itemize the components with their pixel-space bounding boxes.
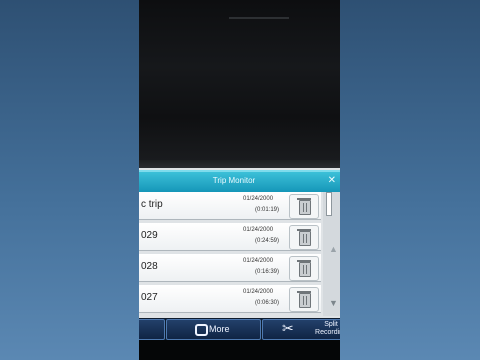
trip-name: c trip xyxy=(141,199,163,210)
delete-trip-button[interactable] xyxy=(289,287,319,312)
split-recording-label: Split Recording xyxy=(315,321,340,336)
back-button[interactable] xyxy=(139,319,165,340)
scroll-down-icon[interactable]: ▼ xyxy=(329,298,338,308)
close-icon[interactable]: ✕ xyxy=(328,175,336,186)
trip-date: 01/24/2000 xyxy=(243,196,274,202)
background-left xyxy=(0,0,139,360)
bezel-glare xyxy=(229,17,289,19)
trip-name: 027 xyxy=(141,292,158,303)
trip-date: 01/24/2000 xyxy=(243,227,274,233)
trip-date: 01/24/2000 xyxy=(243,289,274,295)
split-recording-button[interactable]: ✂ Split Recording xyxy=(262,319,340,340)
window-title: Trip Monitor xyxy=(212,176,256,185)
more-icon xyxy=(195,324,208,336)
trip-row[interactable]: 028 01/24/2000 (0:16:39) xyxy=(139,254,321,282)
more-label: More xyxy=(209,324,230,334)
scrollbar[interactable]: ▲ ▼ xyxy=(323,192,340,316)
gps-screen: Trip Monitor ✕ c trip 01/24/2000 (0:01:1… xyxy=(139,168,340,360)
trip-name: 029 xyxy=(141,230,158,241)
trip-date: 01/24/2000 xyxy=(243,258,274,264)
scroll-up-icon[interactable]: ▲ xyxy=(329,244,338,254)
scissors-icon: ✂ xyxy=(282,320,294,336)
trip-duration: (0:06:30) xyxy=(255,300,280,306)
title-bar: Trip Monitor ✕ xyxy=(139,170,340,192)
trip-duration: (0:01:19) xyxy=(255,207,280,213)
trip-row[interactable]: c trip 01/24/2000 (0:01:19) xyxy=(139,192,321,220)
device-bezel xyxy=(139,0,340,168)
delete-trip-button[interactable] xyxy=(289,256,319,281)
device-photo: Trip Monitor ✕ c trip 01/24/2000 (0:01:1… xyxy=(139,0,340,360)
trip-row[interactable]: 027 01/24/2000 (0:06:30) xyxy=(139,285,321,313)
bottom-bezel xyxy=(139,340,340,360)
delete-trip-button[interactable] xyxy=(289,194,319,219)
background-right xyxy=(340,0,480,360)
delete-trip-button[interactable] xyxy=(289,225,319,250)
trip-name: 028 xyxy=(141,261,158,272)
scroll-thumb[interactable] xyxy=(326,192,332,216)
screen-edge xyxy=(139,160,340,168)
trip-duration: (0:24:59) xyxy=(255,238,280,244)
trip-duration: (0:16:39) xyxy=(255,269,280,275)
trip-row[interactable]: 029 01/24/2000 (0:24:59) xyxy=(139,223,321,251)
bottom-toolbar: More ✂ Split Recording xyxy=(139,318,340,340)
more-button[interactable]: More xyxy=(166,319,261,340)
